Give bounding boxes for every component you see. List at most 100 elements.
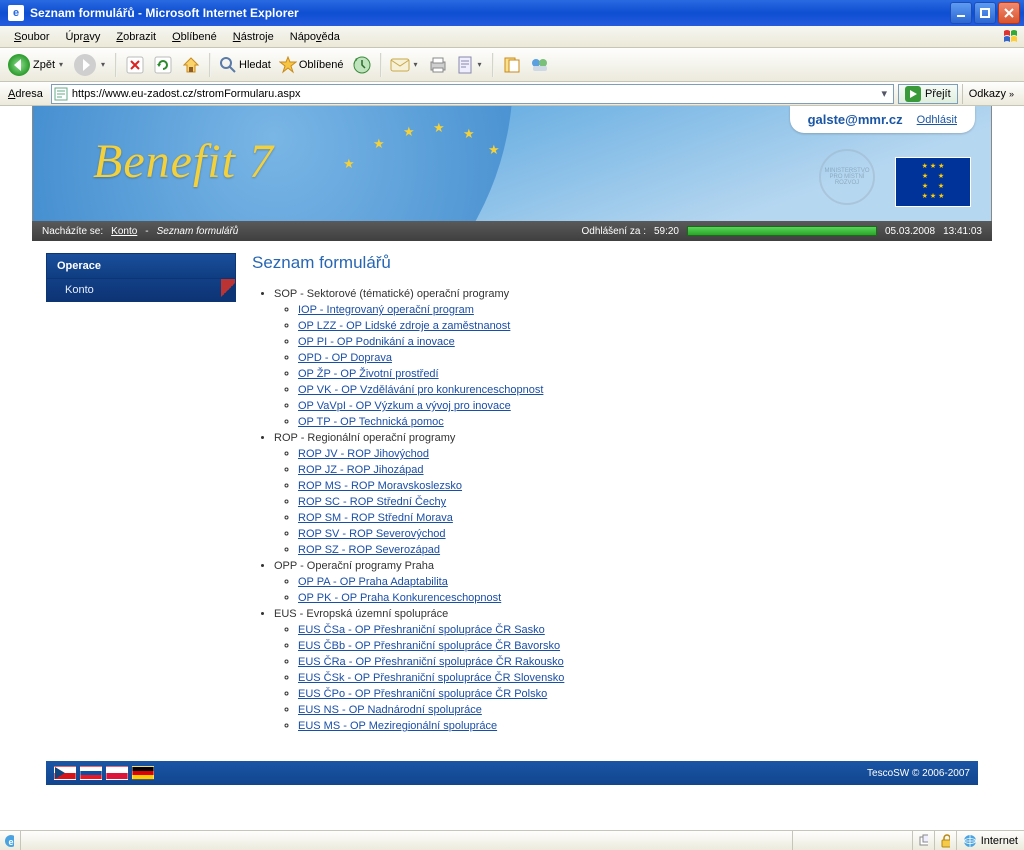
research-button[interactable]: [499, 52, 525, 78]
tree-link[interactable]: ROP SV - ROP Severovýchod: [298, 528, 446, 540]
status-zone: Internet: [956, 831, 1024, 850]
tree-link[interactable]: OP VK - OP Vzdělávání pro konkurencescho…: [298, 384, 543, 396]
close-button[interactable]: [998, 2, 1020, 24]
chevron-down-icon[interactable]: ▾: [476, 60, 484, 69]
tree-link[interactable]: ROP SZ - ROP Severozápad: [298, 544, 440, 556]
menu-bar: Soubor Úpravy Zobrazit Oblíbené Nástroje…: [0, 26, 1024, 48]
menu-napoveda[interactable]: Nápověda: [282, 29, 348, 45]
messenger-button[interactable]: [527, 52, 553, 78]
tree-item: EUS ČBb - OP Přeshraniční spolupráce ČR …: [298, 639, 978, 654]
flag-pl-icon[interactable]: [106, 766, 128, 780]
menu-soubor[interactable]: Soubor: [6, 29, 57, 45]
breadcrumb-page: Seznam formulářů: [157, 226, 239, 237]
history-button[interactable]: [349, 52, 375, 78]
tree-link[interactable]: ROP MS - ROP Moravskoslezsko: [298, 480, 462, 492]
brand-logo: Benefit 7: [93, 134, 274, 189]
status-zone-label: Internet: [981, 835, 1018, 847]
sidebar-item-konto[interactable]: Konto: [46, 279, 236, 302]
tree-link[interactable]: OP PA - OP Praha Adaptabilita: [298, 576, 448, 588]
tree-item: EUS NS - OP Nadnárodní spolupráce: [298, 703, 978, 718]
window-title: Seznam formulářů - Microsoft Internet Ex…: [28, 6, 948, 20]
tree-link[interactable]: EUS ČRa - OP Přeshraniční spolupráce ČR …: [298, 656, 564, 668]
main-content: Seznam formulářů SOP - Sektorové (témati…: [252, 253, 978, 749]
tree-link[interactable]: EUS ČSa - OP Přeshraniční spolupráce ČR …: [298, 624, 545, 636]
tree-link[interactable]: EUS ČPo - OP Přeshraniční spolupráce ČR …: [298, 688, 547, 700]
menu-upravy[interactable]: Úpravy: [57, 29, 108, 45]
address-label: Adresa: [4, 88, 47, 100]
tree-link[interactable]: EUS ČBb - OP Přeshraniční spolupráce ČR …: [298, 640, 560, 652]
tree-group: EUS - Evropská územní spolupráceEUS ČSa …: [274, 607, 978, 734]
status-time: 13:41:03: [943, 226, 982, 237]
breadcrumb-konto[interactable]: Konto: [111, 226, 137, 237]
refresh-button[interactable]: [150, 52, 176, 78]
forward-button[interactable]: ▾: [70, 52, 110, 78]
print-button[interactable]: [425, 52, 451, 78]
tree-link[interactable]: OP TP - OP Technická pomoc: [298, 416, 444, 428]
ie-status-bar: e Internet: [0, 830, 1024, 850]
tree-item: OP VaVpI - OP Výzkum a vývoj pro inovace: [298, 399, 978, 414]
chevron-down-icon[interactable]: ▾: [99, 60, 107, 69]
tree-item: EUS MS - OP Meziregionální spolupráce: [298, 719, 978, 734]
tree-item: ROP JV - ROP Jihovýchod: [298, 447, 978, 462]
tree-link[interactable]: OPD - OP Doprava: [298, 352, 392, 364]
tree-item: ROP SZ - ROP Severozápad: [298, 543, 978, 558]
menu-oblibene[interactable]: Oblíbené: [164, 29, 225, 45]
chevron-down-icon[interactable]: ▾: [877, 87, 891, 100]
tree-link[interactable]: OP PI - OP Podnikání a inovace: [298, 336, 455, 348]
tree-link[interactable]: ROP SC - ROP Střední Čechy: [298, 496, 446, 508]
search-label: Hledat: [239, 59, 271, 71]
tree-link[interactable]: EUS MS - OP Meziregionální spolupráce: [298, 720, 497, 732]
flag-sk-icon[interactable]: [80, 766, 102, 780]
status-progress: [792, 831, 912, 850]
back-label: Zpět: [33, 59, 55, 71]
tree-link[interactable]: EUS NS - OP Nadnárodní spolupráce: [298, 704, 482, 716]
flag-de-icon[interactable]: [132, 766, 154, 780]
tree-link[interactable]: ROP JZ - ROP Jihozápad: [298, 464, 424, 476]
go-label: Přejít: [925, 88, 951, 100]
back-button[interactable]: Zpět ▾: [4, 52, 68, 78]
status-date: 05.03.2008: [885, 226, 935, 237]
chevron-down-icon[interactable]: ▾: [412, 60, 420, 69]
menu-zobrazit[interactable]: Zobrazit: [108, 29, 164, 45]
address-input[interactable]: https://www.eu-zadost.cz/stromFormularu.…: [51, 84, 894, 104]
go-button[interactable]: Přejít: [898, 84, 958, 104]
status-bar: Nacházíte se: Konto - Seznam formulářů O…: [32, 221, 992, 241]
tree-link[interactable]: OP PK - OP Praha Konkurenceschopnost: [298, 592, 501, 604]
stop-button[interactable]: [122, 52, 148, 78]
maximize-button[interactable]: [974, 2, 996, 24]
toolbar: Zpět ▾ ▾ Hledat Oblíbené ▾ ▾: [0, 48, 1024, 82]
page-wrap: ★ ★ ★ ★ ★ ★ Benefit 7 galste@mmr.cz Odhl…: [32, 106, 992, 830]
minimize-button[interactable]: [950, 2, 972, 24]
tree-item: IOP - Integrovaný operační program: [298, 303, 978, 318]
tree-link[interactable]: ROP SM - ROP Střední Morava: [298, 512, 453, 524]
tree-link[interactable]: OP ŽP - OP Životní prostředí: [298, 368, 439, 380]
flag-cz-icon[interactable]: [54, 766, 76, 780]
tree-link[interactable]: ROP JV - ROP Jihovýchod: [298, 448, 429, 460]
tree-link[interactable]: IOP - Integrovaný operační program: [298, 304, 474, 316]
form-tree: SOP - Sektorové (tématické) operační pro…: [252, 287, 978, 734]
tree-item: ROP SC - ROP Střední Čechy: [298, 495, 978, 510]
tree-link[interactable]: OP LZZ - OP Lidské zdroje a zaměstnanost: [298, 320, 510, 332]
search-button[interactable]: Hledat: [216, 52, 274, 78]
favorites-button[interactable]: Oblíbené: [276, 52, 347, 78]
tree-link[interactable]: EUS ČSk - OP Přeshraniční spolupráce ČR …: [298, 672, 564, 684]
page-banner: ★ ★ ★ ★ ★ ★ Benefit 7 galste@mmr.cz Odhl…: [32, 106, 992, 221]
session-progress: [687, 226, 877, 236]
home-button[interactable]: [178, 52, 204, 78]
edit-button[interactable]: ▾: [453, 52, 487, 78]
tree-item: OP PI - OP Podnikání a inovace: [298, 335, 978, 350]
sidebar: Operace Konto: [46, 253, 236, 749]
links-button[interactable]: Odkazy »: [962, 84, 1020, 104]
status-popup-icon: [912, 831, 934, 850]
tree-link[interactable]: OP VaVpI - OP Výzkum a vývoj pro inovace: [298, 400, 511, 412]
menu-nastroje[interactable]: Nástroje: [225, 29, 282, 45]
logout-link[interactable]: Odhlásit: [917, 114, 957, 126]
address-url: https://www.eu-zadost.cz/stromFormularu.…: [72, 88, 878, 100]
chevron-down-icon[interactable]: ▾: [57, 60, 65, 69]
address-bar: Adresa https://www.eu-zadost.cz/stromFor…: [0, 82, 1024, 106]
language-flags: [54, 766, 154, 780]
tree-item: OP VK - OP Vzdělávání pro konkurencescho…: [298, 383, 978, 398]
tree-item: EUS ČSk - OP Přeshraniční spolupráce ČR …: [298, 671, 978, 686]
tree-item: EUS ČPo - OP Přeshraniční spolupráce ČR …: [298, 687, 978, 702]
mail-button[interactable]: ▾: [387, 52, 423, 78]
